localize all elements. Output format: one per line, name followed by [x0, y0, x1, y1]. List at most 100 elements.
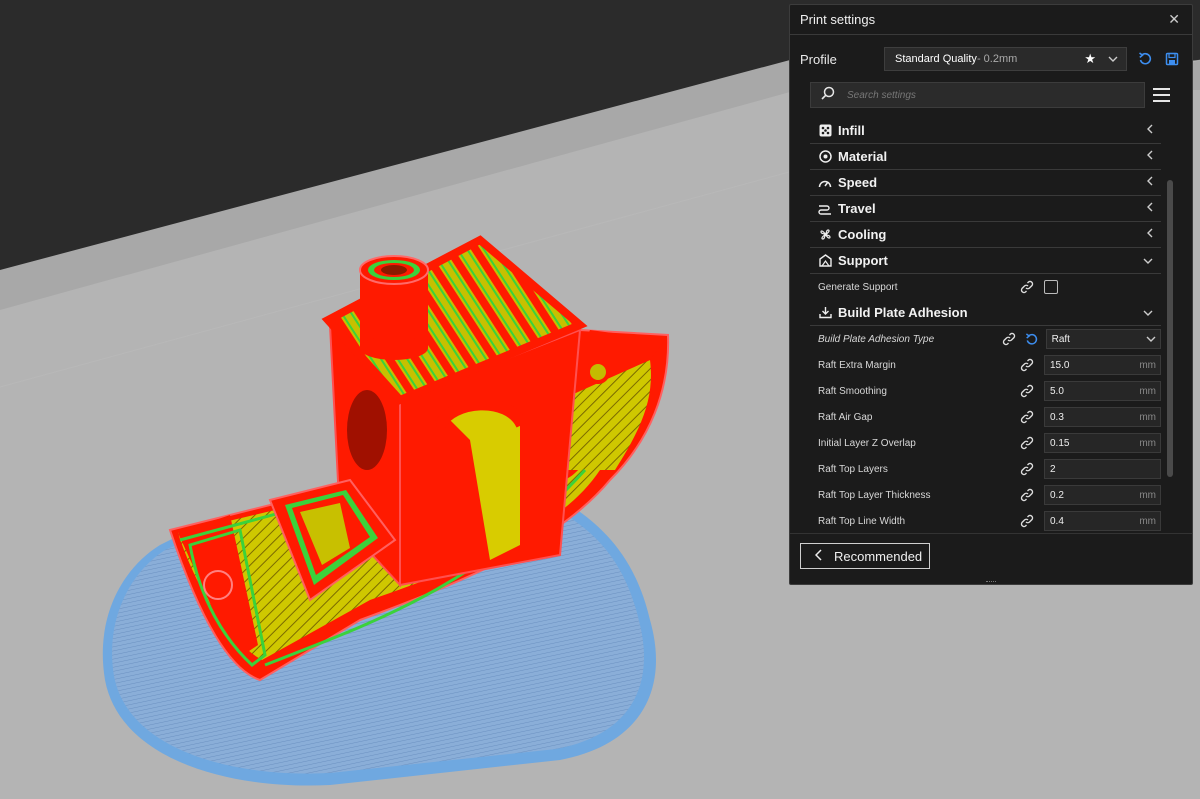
category-speed[interactable]: Speed	[810, 170, 1161, 196]
chevron-down-icon	[1143, 307, 1153, 319]
category-cooling[interactable]: Cooling	[810, 222, 1161, 248]
setting-label: Raft Smoothing	[818, 385, 887, 397]
setting-label: Raft Top Layers	[818, 463, 888, 475]
field-value: 5.0	[1050, 385, 1064, 397]
undo-icon[interactable]	[1136, 50, 1154, 68]
category-build-plate-adhesion[interactable]: Build Plate Adhesion	[810, 300, 1161, 326]
profile-value: Standard Quality	[895, 53, 977, 65]
category-label: Speed	[838, 175, 878, 190]
search-input[interactable]	[847, 89, 1127, 101]
link-icon[interactable]	[1018, 410, 1036, 424]
link-icon[interactable]	[1018, 384, 1036, 398]
setting-label: Raft Air Gap	[818, 411, 873, 423]
field-unit: mm	[1139, 359, 1156, 371]
field-unit: mm	[1139, 437, 1156, 449]
field-unit: mm	[1139, 385, 1156, 397]
setting-label: Raft Top Layer Thickness	[818, 489, 931, 501]
link-icon[interactable]	[1018, 280, 1036, 294]
setting-raft-top-layers: Raft Top Layers 2	[810, 456, 1161, 482]
search-row	[810, 82, 1182, 108]
link-icon[interactable]	[1018, 462, 1036, 476]
setting-raft-smoothing: Raft Smoothing 5.0 mm	[810, 378, 1161, 404]
link-icon[interactable]	[1018, 488, 1036, 502]
setting-raft-top-layer-thickness: Raft Top Layer Thickness 0.2 mm	[810, 482, 1161, 508]
speed-icon	[818, 176, 832, 190]
panel-header: Print settings ✕	[790, 5, 1192, 35]
cooling-icon	[818, 228, 832, 242]
profile-dropdown[interactable]: Standard Quality - 0.2mm ★	[884, 47, 1127, 71]
setting-initial-layer-z-overlap: Initial Layer Z Overlap 0.15 mm	[810, 430, 1161, 456]
material-icon	[818, 150, 832, 164]
field-unit: mm	[1139, 411, 1156, 423]
setting-raft-top-line-width: Raft Top Line Width 0.4 mm	[810, 508, 1161, 534]
raft-air-gap-input[interactable]: 0.3 mm	[1044, 407, 1161, 427]
category-label: Build Plate Adhesion	[838, 305, 968, 320]
search-icon	[821, 86, 835, 105]
setting-raft-extra-margin: Raft Extra Margin 15.0 mm	[810, 352, 1161, 378]
category-label: Infill	[838, 123, 865, 138]
setting-raft-air-gap: Raft Air Gap 0.3 mm	[810, 404, 1161, 430]
search-field[interactable]	[810, 82, 1145, 108]
category-label: Support	[838, 253, 888, 268]
recommended-label: Recommended	[834, 548, 923, 564]
category-label: Material	[838, 149, 888, 164]
infill-icon	[818, 124, 832, 138]
link-icon[interactable]	[1000, 332, 1018, 346]
recommended-button[interactable]: Recommended	[800, 543, 930, 569]
field-unit: mm	[1139, 489, 1156, 501]
raft-smoothing-input[interactable]: 5.0 mm	[1044, 381, 1161, 401]
initial-layer-z-overlap-input[interactable]: 0.15 mm	[1044, 433, 1161, 453]
link-icon[interactable]	[1018, 358, 1036, 372]
dropdown-value: Raft	[1051, 333, 1070, 345]
setting-label: Generate Support	[818, 281, 898, 293]
travel-icon	[818, 202, 832, 216]
save-icon[interactable]	[1163, 50, 1181, 68]
chevron-down-icon	[1108, 54, 1118, 65]
profile-row: Profile Standard Quality - 0.2mm ★	[800, 47, 1182, 71]
setting-label: Build Plate Adhesion Type	[818, 333, 935, 345]
field-value: 0.4	[1050, 515, 1064, 527]
chevron-left-icon	[1147, 228, 1153, 241]
category-travel[interactable]: Travel	[810, 196, 1161, 222]
chevron-left-icon	[1147, 150, 1153, 163]
footer-divider	[790, 533, 1192, 534]
settings-list: Infill Material Speed Travel Cooling Sup…	[810, 118, 1161, 534]
support-icon	[818, 254, 832, 268]
raft-top-layers-input[interactable]: 2	[1044, 459, 1161, 479]
setting-generate-support: Generate Support	[810, 274, 1161, 300]
panel-title: Print settings	[800, 12, 876, 27]
link-icon[interactable]	[1018, 514, 1036, 528]
field-value: 15.0	[1050, 359, 1070, 371]
category-support[interactable]: Support	[810, 248, 1161, 274]
link-icon[interactable]	[1018, 436, 1036, 450]
field-unit: mm	[1139, 515, 1156, 527]
field-value: 0.3	[1050, 411, 1064, 423]
menu-icon[interactable]	[1153, 85, 1173, 105]
chevron-left-icon	[814, 548, 822, 564]
chevron-left-icon	[1147, 124, 1153, 137]
raft-top-line-width-input[interactable]: 0.4 mm	[1044, 511, 1161, 531]
raft-top-layer-thickness-input[interactable]: 0.2 mm	[1044, 485, 1161, 505]
field-value: 0.2	[1050, 489, 1064, 501]
profile-layer-height: - 0.2mm	[976, 53, 1018, 65]
resize-grip[interactable]	[986, 581, 996, 583]
settings-scrollbar[interactable]	[1167, 180, 1173, 477]
field-value: 0.15	[1050, 437, 1070, 449]
setting-label: Raft Top Line Width	[818, 515, 906, 527]
category-infill[interactable]: Infill	[810, 118, 1161, 144]
undo-icon[interactable]	[1024, 332, 1040, 346]
generate-support-checkbox[interactable]	[1044, 280, 1058, 294]
category-material[interactable]: Material	[810, 144, 1161, 170]
profile-label: Profile	[800, 51, 837, 67]
category-label: Travel	[838, 201, 876, 216]
adhesion-icon	[818, 306, 832, 320]
category-label: Cooling	[838, 227, 887, 242]
print-settings-panel: Print settings ✕ Profile Standard Qualit…	[789, 4, 1193, 585]
close-icon[interactable]: ✕	[1168, 11, 1180, 28]
adhesion-type-dropdown[interactable]: Raft	[1045, 329, 1161, 349]
field-value: 2	[1050, 463, 1056, 475]
chevron-left-icon	[1147, 202, 1153, 215]
star-icon[interactable]: ★	[1084, 51, 1096, 67]
raft-extra-margin-input[interactable]: 15.0 mm	[1044, 355, 1161, 375]
chevron-down-icon	[1143, 255, 1153, 267]
